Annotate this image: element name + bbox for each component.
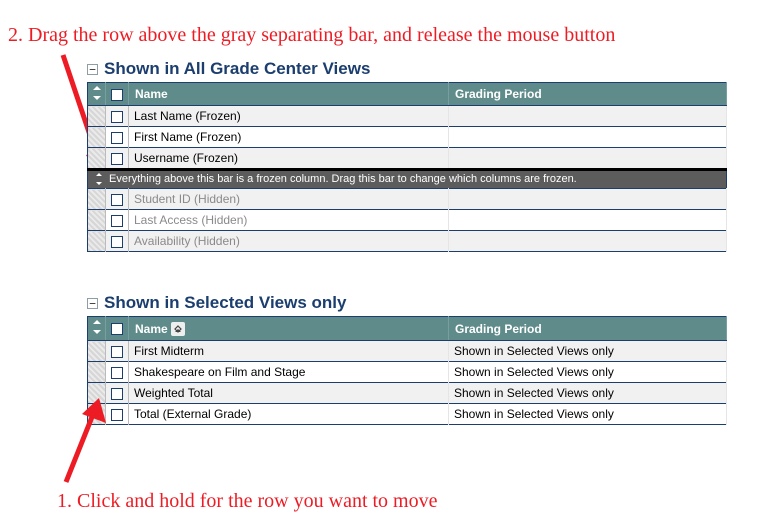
table-row[interactable]: Student ID (Hidden) bbox=[88, 189, 727, 210]
row-name: Student ID (Hidden) bbox=[129, 189, 449, 210]
row-grading-period: Shown in Selected Views only bbox=[449, 404, 727, 425]
table-header-row: Name Grading Period bbox=[88, 83, 727, 106]
table-row[interactable]: Weighted Total Shown in Selected Views o… bbox=[88, 383, 727, 404]
instruction-step-2: 2. Drag the row above the gray separatin… bbox=[8, 24, 615, 47]
reorder-column-header bbox=[88, 83, 106, 106]
row-grading-period bbox=[449, 231, 727, 252]
drag-handle[interactable] bbox=[88, 341, 106, 362]
grading-period-column-header[interactable]: Grading Period bbox=[449, 317, 727, 341]
row-grading-period bbox=[449, 106, 727, 127]
row-grading-period bbox=[449, 148, 727, 170]
table-row[interactable]: Availability (Hidden) bbox=[88, 231, 727, 252]
drag-handle[interactable] bbox=[88, 148, 106, 170]
instruction-step-1: 1. Click and hold for the row you want t… bbox=[57, 490, 438, 513]
table-row[interactable]: Shakespeare on Film and Stage Shown in S… bbox=[88, 362, 727, 383]
row-checkbox[interactable] bbox=[106, 231, 129, 252]
name-column-header[interactable]: Name bbox=[129, 83, 449, 106]
table-row[interactable]: Last Access (Hidden) bbox=[88, 210, 727, 231]
name-column-header[interactable]: Name bbox=[129, 317, 449, 341]
row-checkbox[interactable] bbox=[106, 341, 129, 362]
row-checkbox[interactable] bbox=[106, 383, 129, 404]
frozen-separator-bar[interactable]: Everything above this bar is a frozen co… bbox=[88, 170, 727, 189]
select-all-checkbox[interactable] bbox=[106, 317, 129, 341]
row-grading-period bbox=[449, 210, 727, 231]
drag-handle[interactable] bbox=[88, 127, 106, 148]
row-name: Availability (Hidden) bbox=[129, 231, 449, 252]
row-checkbox[interactable] bbox=[106, 362, 129, 383]
row-name: First Name (Frozen) bbox=[129, 127, 449, 148]
row-grading-period bbox=[449, 189, 727, 210]
row-checkbox[interactable] bbox=[106, 106, 129, 127]
selected-views-table: Name Grading Period First Midterm Shown … bbox=[87, 316, 727, 425]
row-name: Shakespeare on Film and Stage bbox=[129, 362, 449, 383]
row-name: Weighted Total bbox=[129, 383, 449, 404]
table-row[interactable]: Total (External Grade) Shown in Selected… bbox=[88, 404, 727, 425]
section-title: Shown in All Grade Center Views bbox=[104, 59, 370, 79]
drag-handle[interactable] bbox=[88, 231, 106, 252]
row-grading-period: Shown in Selected Views only bbox=[449, 383, 727, 404]
row-name: First Midterm bbox=[129, 341, 449, 362]
table-row[interactable]: First Midterm Shown in Selected Views on… bbox=[88, 341, 727, 362]
collapse-toggle-icon[interactable]: − bbox=[87, 298, 98, 309]
row-grading-period: Shown in Selected Views only bbox=[449, 362, 727, 383]
table-row[interactable]: Last Name (Frozen) bbox=[88, 106, 727, 127]
drag-handle[interactable] bbox=[88, 189, 106, 210]
section-title: Shown in Selected Views only bbox=[104, 293, 346, 313]
row-checkbox[interactable] bbox=[106, 189, 129, 210]
row-grading-period: Shown in Selected Views only bbox=[449, 341, 727, 362]
grading-period-column-header[interactable]: Grading Period bbox=[449, 83, 727, 106]
move-vertical-icon bbox=[93, 173, 105, 185]
row-checkbox[interactable] bbox=[106, 127, 129, 148]
row-name: Last Access (Hidden) bbox=[129, 210, 449, 231]
table-header-row: Name Grading Period bbox=[88, 317, 727, 341]
row-grading-period bbox=[449, 127, 727, 148]
row-checkbox[interactable] bbox=[106, 210, 129, 231]
all-views-table: Name Grading Period Last Name (Frozen) F… bbox=[87, 82, 727, 252]
collapse-toggle-icon[interactable]: − bbox=[87, 64, 98, 75]
section-selected-views: − Shown in Selected Views only Name Grad… bbox=[87, 290, 727, 425]
select-all-checkbox[interactable] bbox=[106, 83, 129, 106]
sort-menu-icon[interactable] bbox=[171, 322, 185, 336]
drag-handle[interactable] bbox=[88, 210, 106, 231]
drag-handle[interactable] bbox=[88, 383, 106, 404]
table-row[interactable]: First Name (Frozen) bbox=[88, 127, 727, 148]
row-name: Total (External Grade) bbox=[129, 404, 449, 425]
row-checkbox[interactable] bbox=[106, 148, 129, 170]
row-name: Last Name (Frozen) bbox=[129, 106, 449, 127]
table-row[interactable]: Username (Frozen) bbox=[88, 148, 727, 170]
drag-handle[interactable] bbox=[88, 404, 106, 425]
row-checkbox[interactable] bbox=[106, 404, 129, 425]
reorder-column-header bbox=[88, 317, 106, 341]
separator-text: Everything above this bar is a frozen co… bbox=[109, 173, 577, 185]
drag-handle[interactable] bbox=[88, 362, 106, 383]
drag-handle[interactable] bbox=[88, 106, 106, 127]
row-name: Username (Frozen) bbox=[129, 148, 449, 170]
section-all-views: − Shown in All Grade Center Views Name G… bbox=[87, 56, 727, 252]
